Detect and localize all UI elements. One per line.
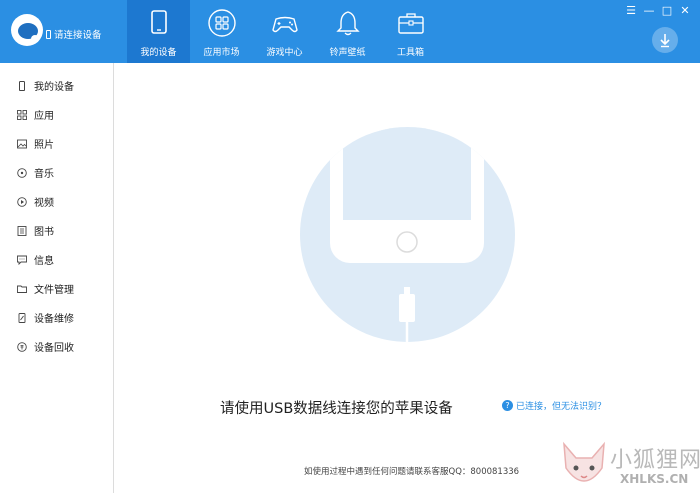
sidebar-item-label: 文件管理 [34, 285, 74, 296]
sidebar-item-label: 音乐 [34, 169, 54, 180]
help-icon: ? [502, 400, 513, 411]
sidebar-item-books[interactable]: 图书 [0, 216, 113, 245]
tab-toolbox[interactable]: 工具箱 [379, 0, 442, 63]
book-icon [17, 225, 27, 236]
close-button[interactable]: ✕ [678, 4, 692, 18]
sidebar-item-messages[interactable]: 信息 [0, 245, 113, 274]
watermark-text-cn: 小狐狸网 [610, 448, 700, 473]
connected-not-recognized-link[interactable]: ? 已连接，但无法识别？ [502, 399, 606, 412]
sidebar-item-photos[interactable]: 照片 [0, 129, 113, 158]
support-note: 如使用过程中遇到任何问题请联系客服QQ：800081336 [304, 467, 520, 477]
tab-label: 铃声壁纸 [329, 48, 366, 58]
device-illustration [300, 127, 515, 342]
repair-icon [18, 312, 26, 323]
tab-app-market[interactable]: 应用市场 [190, 0, 253, 63]
music-icon [17, 167, 27, 178]
sidebar-item-label: 我的设备 [34, 82, 74, 93]
sidebar: 我的设备 应用 照片 音乐 视频 图书 信息 文件管理 设备维修 设备回收 [0, 63, 114, 493]
toolbox-icon [398, 13, 424, 34]
fox-logo-icon [563, 441, 605, 482]
sidebar-item-label: 应用 [34, 111, 54, 122]
maximize-button[interactable]: □ [660, 4, 674, 18]
app-logo [11, 14, 43, 46]
sidebar-item-label: 设备维修 [34, 314, 74, 325]
recycle-icon [17, 341, 27, 352]
sidebar-item-video[interactable]: 视频 [0, 187, 113, 216]
sidebar-item-label: 信息 [34, 256, 54, 267]
phone-icon [19, 80, 25, 91]
sidebar-item-my-device[interactable]: 我的设备 [0, 71, 113, 100]
iphone-usb-illustration [330, 127, 484, 342]
tab-ringtone-wallpaper[interactable]: 铃声壁纸 [316, 0, 379, 63]
sidebar-item-apps[interactable]: 应用 [0, 100, 113, 129]
download-button[interactable] [652, 27, 678, 53]
tab-game-center[interactable]: 游戏中心 [253, 0, 316, 63]
tab-label: 工具箱 [396, 48, 424, 58]
message-icon [17, 255, 27, 265]
tab-label: 应用市场 [203, 48, 240, 58]
bell-icon [336, 11, 360, 36]
video-icon [17, 196, 27, 207]
image-icon [17, 139, 27, 148]
folder-icon [17, 285, 27, 293]
connection-status[interactable]: 请连接设备 [46, 27, 102, 41]
window-controls: ☰ — □ ✕ [624, 4, 692, 18]
sidebar-item-device-repair[interactable]: 设备维修 [0, 303, 113, 332]
tablet-icon [151, 10, 167, 34]
sidebar-item-label: 照片 [34, 140, 54, 151]
main-tabs: 我的设备 应用市场 游戏中心 铃声壁纸 工具箱 [127, 0, 442, 63]
download-icon [660, 34, 670, 48]
sidebar-item-device-recycle[interactable]: 设备回收 [0, 332, 113, 361]
watermark-text-en: XHLKS.CN [620, 472, 689, 486]
gamepad-icon [272, 16, 298, 33]
logo-area: 请连接设备 [0, 0, 127, 63]
watermark: 小狐狸网 XHLKS.CN [556, 438, 700, 493]
sidebar-item-label: 图书 [34, 227, 54, 238]
sidebar-item-label: 视频 [34, 198, 54, 209]
tab-my-device[interactable]: 我的设备 [127, 0, 190, 63]
minimize-button[interactable]: — [642, 4, 656, 18]
top-toolbar: 请连接设备 我的设备 应用市场 游戏中心 铃声壁纸 工具箱 ☰ — □ ✕ [0, 0, 700, 63]
sidebar-item-music[interactable]: 音乐 [0, 158, 113, 187]
connect-prompt: 请使用USB数据线连接您的苹果设备 [220, 401, 453, 417]
connection-status-label: 请连接设备 [54, 30, 102, 41]
phone-mini-icon [46, 29, 51, 39]
help-link-label: 已连接，但无法识别？ [516, 402, 607, 412]
menu-button[interactable]: ☰ [624, 4, 638, 18]
sidebar-item-file-manager[interactable]: 文件管理 [0, 274, 113, 303]
grid-icon [17, 109, 27, 120]
apps-grid-icon [208, 9, 236, 37]
sidebar-item-label: 设备回收 [34, 343, 74, 354]
tab-label: 我的设备 [140, 48, 177, 58]
tab-label: 游戏中心 [266, 48, 303, 58]
